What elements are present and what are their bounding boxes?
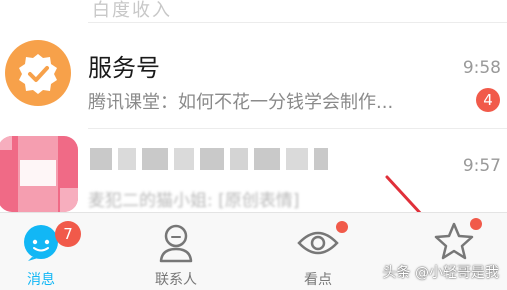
contact-avatar xyxy=(0,136,78,212)
contacts-person-icon xyxy=(159,224,193,263)
conversation-preview: 腾讯课堂：如何不花一分钱学会制作... xyxy=(88,92,394,113)
service-account-avatar xyxy=(5,40,71,106)
conversation-title: 白度收入 xyxy=(92,0,172,21)
conversation-time: 9:57 xyxy=(462,156,501,176)
tab-label: 消息 xyxy=(27,272,55,288)
service-account-badge-icon xyxy=(19,54,57,94)
notification-dot xyxy=(336,221,348,233)
row-divider xyxy=(88,128,507,129)
conversation-title: 服务号 xyxy=(88,54,160,82)
tab-label: 联系人 xyxy=(155,272,197,288)
tab-unread-badge: 7 xyxy=(55,221,81,247)
tab-messages[interactable]: 7 消息 xyxy=(0,213,91,290)
conversation-row-partial[interactable]: 白度收入 xyxy=(0,0,507,22)
tab-contacts[interactable]: 联系人 xyxy=(126,213,226,290)
contact-name-pixelated xyxy=(90,148,328,170)
eye-lens-icon xyxy=(297,231,339,255)
unread-count-badge: 4 xyxy=(476,88,500,112)
conversation-row-service[interactable]: 服务号 腾讯课堂：如何不花一分钱学会制作... 9:58 4 xyxy=(0,22,507,128)
bottom-tab-bar: 7 消息 联系人 看点 头条 @小轻哥是我 xyxy=(0,212,507,290)
star-icon xyxy=(434,222,474,260)
conversation-time: 9:58 xyxy=(462,58,501,78)
watermark: 头条 @小轻哥是我 xyxy=(382,265,499,281)
tab-discover[interactable]: 看点 xyxy=(268,213,368,290)
notification-dot xyxy=(470,218,482,230)
tab-label: 看点 xyxy=(304,272,332,288)
conversation-preview: 麦犯二的猫小姐: [原创表情] xyxy=(88,191,300,211)
